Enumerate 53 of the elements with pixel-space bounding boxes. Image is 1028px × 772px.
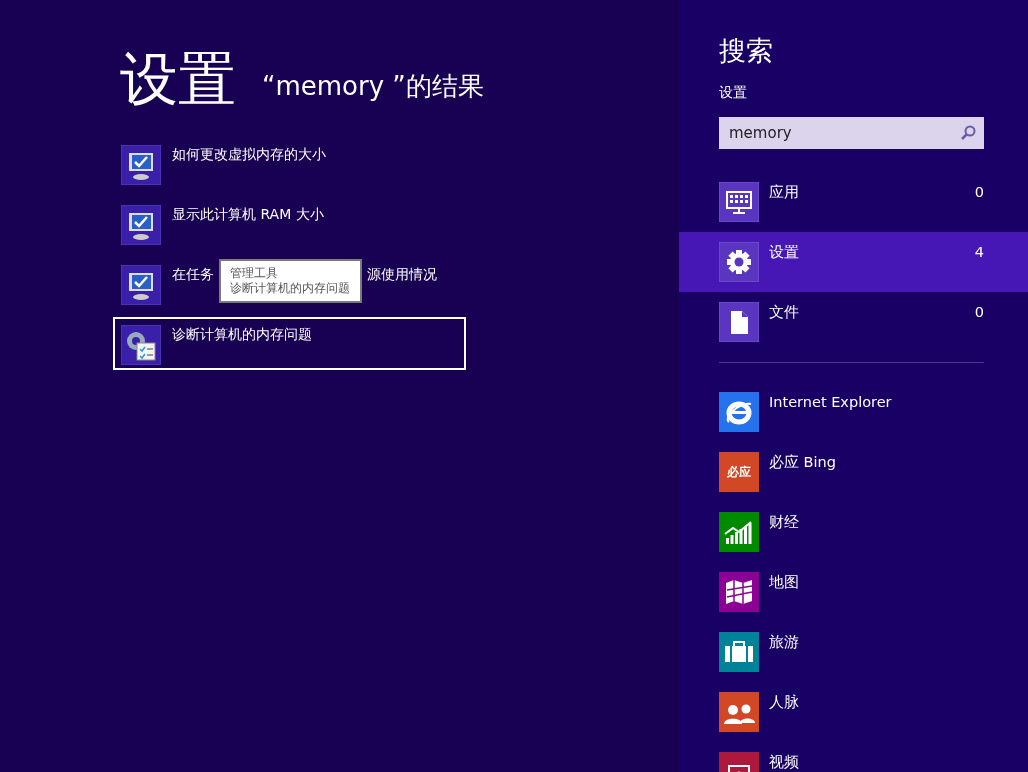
bing-app-icon: 必应 [719, 452, 759, 492]
result-item[interactable]: 如何更改虚拟内存的大小 [113, 137, 466, 190]
search-icon[interactable] [960, 125, 976, 141]
app-label: 必应 Bing [769, 453, 837, 472]
category-item[interactable]: 文件 0 [679, 292, 1028, 352]
gear-checklist-icon [121, 325, 161, 365]
query-heading: “memory ”的结果 [262, 70, 484, 103]
app-label: Internet Explorer [769, 393, 893, 412]
document-icon [719, 302, 759, 342]
app-label: 旅游 [769, 633, 800, 652]
category-label: 文件 [769, 303, 800, 322]
tooltip-line: 诊断计算机的内存问题 [230, 281, 350, 296]
search-scope: 设置 [719, 83, 748, 101]
people-icon [719, 692, 759, 732]
folded-map-icon [719, 572, 759, 612]
chart-icon [719, 512, 759, 552]
gear-icon [719, 242, 759, 282]
app-label: 人脉 [769, 693, 800, 712]
e-logo-icon [719, 392, 759, 432]
tooltip-line: 管理工具 [230, 266, 279, 281]
app-label: 视频 [769, 753, 800, 772]
result-label: 显示此计算机 RAM 大小 [172, 205, 324, 224]
category-label: 应用 [769, 183, 800, 202]
app-item[interactable]: 必应 必应 Bing [679, 442, 1028, 502]
result-label: 在任务 [172, 265, 214, 284]
page-title: 设置 [120, 44, 236, 114]
suitcase-icon [719, 632, 759, 672]
result-count: 4 [974, 243, 984, 262]
monitor-icon [121, 265, 161, 305]
monitor-icon [121, 145, 161, 185]
pane-title: 搜索 [719, 34, 774, 68]
app-item[interactable]: 地图 [679, 562, 1028, 622]
search-field[interactable]: memory [719, 117, 984, 149]
result-label: 源使用情况 [367, 265, 437, 284]
app-item[interactable]: Internet Explorer [679, 382, 1028, 442]
result-item[interactable]: 显示此计算机 RAM 大小 [113, 197, 466, 250]
monitor-grid-icon [719, 182, 759, 222]
app-label: 地图 [769, 573, 800, 592]
app-item[interactable]: 视频 [679, 742, 1028, 772]
category-item[interactable]: 应用 0 [679, 172, 1028, 232]
category-label: 设置 [769, 243, 800, 262]
result-label: 诊断计算机的内存问题 [172, 325, 312, 344]
result-label: 如何更改虚拟内存的大小 [172, 145, 326, 164]
category-item[interactable]: 设置 4 [679, 232, 1028, 292]
app-item[interactable]: 旅游 [679, 622, 1028, 682]
result-item[interactable]: 诊断计算机的内存问题 [113, 317, 466, 370]
app-label: 财经 [769, 513, 800, 532]
app-item[interactable]: 财经 [679, 502, 1028, 562]
result-count: 0 [974, 303, 984, 322]
result-item[interactable]: 在任务 管理工具 诊断计算机的内存问题 源使用情况 [113, 257, 466, 310]
monitor-icon [121, 205, 161, 245]
result-count: 0 [974, 183, 984, 202]
app-item[interactable]: 人脉 [679, 682, 1028, 742]
